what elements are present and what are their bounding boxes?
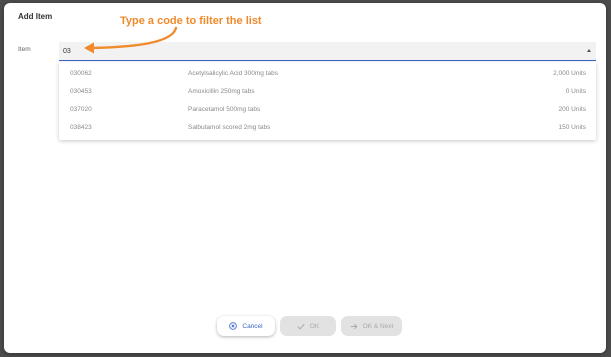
item-quantity: 200 Units (558, 106, 586, 113)
list-item[interactable]: 037020 Paracetamol 500mg tabs 200 Units (59, 101, 596, 119)
curved-arrow-icon (84, 26, 178, 54)
item-field-label: Item (18, 46, 31, 53)
arrow-right-icon (350, 323, 358, 330)
add-item-dialog: Add Item Item 030062 Acetylsalicylic Aci… (4, 3, 606, 353)
dialog-title: Add Item (18, 12, 53, 21)
item-quantity: 150 Units (558, 124, 586, 131)
item-code: 037020 (70, 106, 92, 113)
ok-button-label: OK (309, 322, 320, 330)
ok-next-button[interactable]: OK & Next (341, 316, 402, 336)
item-description: Salbutamol scored 2mg tabs (188, 124, 271, 131)
item-description: Paracetamol 500mg tabs (188, 106, 261, 113)
cancel-button[interactable]: Cancel (217, 316, 275, 336)
list-item[interactable]: 038423 Salbutamol scored 2mg tabs 150 Un… (59, 119, 596, 137)
item-description: Amoxicillin 250mg tabs (188, 88, 255, 95)
item-description: Acetylsalicylic Acid 300mg tabs (188, 70, 278, 77)
ok-next-button-label: OK & Next (362, 322, 394, 330)
caret-up-icon[interactable] (587, 49, 591, 52)
ok-button[interactable]: OK (280, 316, 336, 336)
item-code: 038423 (70, 124, 92, 131)
item-code: 030453 (70, 88, 92, 95)
item-quantity: 0 Units (565, 88, 586, 95)
list-item[interactable]: 030453 Amoxicillin 250mg tabs 0 Units (59, 83, 596, 101)
cancel-button-label: Cancel (242, 322, 263, 330)
item-code: 030062 (70, 70, 92, 77)
list-item[interactable]: 030062 Acetylsalicylic Acid 300mg tabs 2… (59, 65, 596, 83)
item-quantity: 2,000 Units (553, 70, 586, 77)
item-dropdown-list: 030062 Acetylsalicylic Acid 300mg tabs 2… (59, 62, 596, 140)
check-icon (297, 323, 305, 330)
cancel-circle-icon (229, 322, 238, 330)
